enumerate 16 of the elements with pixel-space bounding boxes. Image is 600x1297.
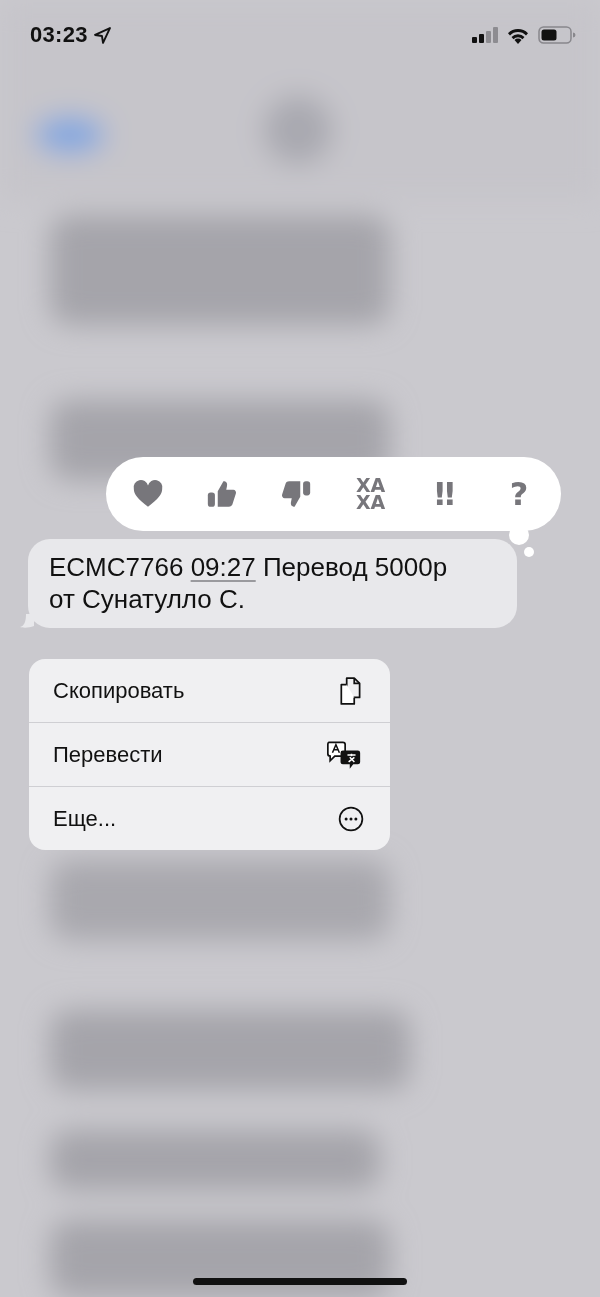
menu-item-label: Еще... [53,805,117,832]
menu-item-label: Скопировать [53,677,185,704]
bubble-tail-dot [524,547,534,557]
status-time: 03:23 [30,22,88,48]
reaction-button[interactable]: ? [498,476,539,512]
wifi-icon [506,26,530,44]
menu-item[interactable]: Еще... [29,786,390,850]
menu-item[interactable]: Перевести [29,722,390,786]
menu-item[interactable]: Скопировать [29,659,390,722]
reaction-button[interactable]: ХА ХА [350,477,391,511]
time-link[interactable]: 09:27 [190,552,256,582]
more-icon [338,804,364,833]
reaction-button[interactable]: ‼ [424,476,465,512]
battery-icon [538,26,576,44]
signal-icon [472,27,498,43]
menu-item-label: Перевести [53,741,163,768]
